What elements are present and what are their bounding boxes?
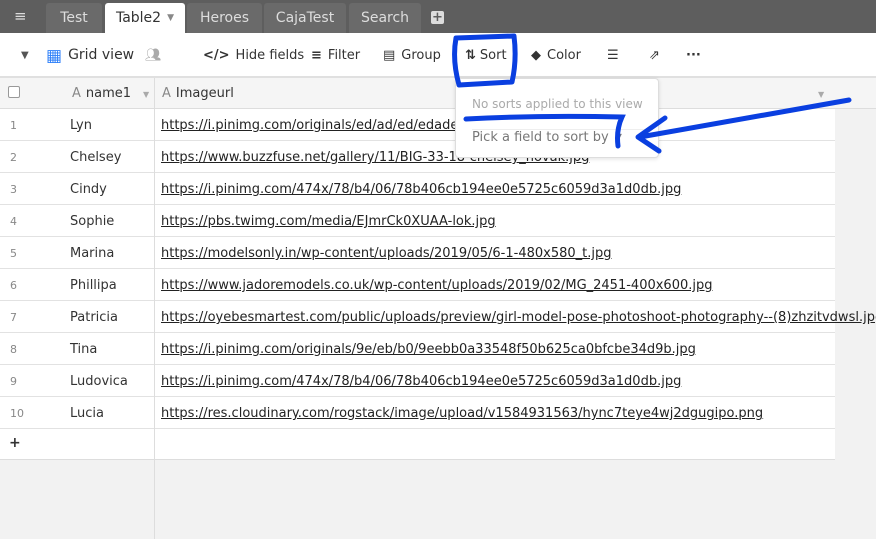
tab-test[interactable]: Test	[46, 3, 102, 33]
tab-label: Heroes	[199, 10, 250, 26]
name-cell: Lucia	[70, 406, 104, 421]
tab-heroes[interactable]: Heroes	[187, 3, 262, 33]
tab-search[interactable]: Search	[349, 3, 421, 33]
table-row[interactable]: 8 Tina https://i.pinimg.com/originals/9e/e…	[0, 333, 835, 365]
no-sorts-message: No sorts applied to this view	[472, 97, 643, 111]
name-cell: Patricia	[70, 310, 119, 325]
url-cell[interactable]: https://res.cloudinary.com/rogstack/imag…	[161, 406, 763, 421]
chevron-down-icon[interactable]: ▼	[167, 13, 174, 23]
table-row[interactable]: 5 Marina https://modelsonly.in/wp-content/…	[0, 237, 835, 269]
group-label: Group	[401, 48, 441, 63]
column-label: Imageurl	[175, 86, 234, 101]
name-cell: Ludovica	[70, 374, 128, 389]
table-row[interactable]: 9 Ludovica https://i.pinimg.com/474x/78/b4…	[0, 365, 835, 397]
url-cell[interactable]: https://i.pinimg.com/474x/78/b4/06/78b40…	[161, 182, 681, 197]
table-row[interactable]: 4 Sophie https://pbs.twimg.com/media/EJmrC…	[0, 205, 835, 237]
column-header-imageurl[interactable]: A Imageurl	[162, 86, 234, 101]
view-switcher[interactable]: ▦ Grid view	[46, 46, 134, 66]
row-number: 7	[10, 311, 17, 324]
name-cell: Cindy	[70, 182, 107, 197]
share-view-icon[interactable]: ⇗	[649, 48, 660, 63]
hide-fields-button[interactable]: </> Hide fields	[203, 48, 304, 63]
select-all-checkbox[interactable]	[8, 86, 20, 98]
eye-slash-icon: </>	[203, 48, 230, 63]
column-label: name1	[85, 86, 132, 101]
table-row[interactable]: 1 Lyn https://i.pinimg.com/originals/ed/ad…	[0, 109, 835, 141]
grid-body: 1 Lyn https://i.pinimg.com/originals/ed/ad…	[0, 109, 876, 460]
menu-icon[interactable]: ≡	[14, 9, 30, 24]
column-header-name1[interactable]: Aname1 ▼	[72, 86, 149, 101]
url-cell[interactable]: https://i.pinimg.com/originals/9e/eb/b0/…	[161, 342, 696, 357]
row-number: 10	[10, 407, 24, 420]
table-row[interactable]: 6 Phillipa https://www.jadoremodels.co.uk/…	[0, 269, 835, 301]
row-number: 5	[10, 247, 17, 260]
name-cell: Chelsey	[70, 150, 122, 165]
column-divider	[154, 78, 155, 539]
sort-label: Sort	[479, 48, 507, 63]
name-cell: Lyn	[70, 118, 92, 133]
table-tab-bar: ≡ Test Table2 ▼ Heroes CajaTest Search +	[0, 0, 876, 33]
url-cell[interactable]: https://i.pinimg.com/474x/78/b4/06/78b40…	[161, 374, 681, 389]
view-toolbar: ▼ ▦ Grid view 👥︎ </> Hide fields ≡ Filter ▤…	[0, 33, 876, 78]
filter-label: Filter	[327, 48, 361, 63]
collaborators-icon: 👥︎	[145, 48, 162, 63]
pick-sort-field-label: Pick a field to sort by	[472, 130, 609, 145]
paint-bucket-icon: ◆	[531, 48, 541, 63]
row-number: 4	[10, 215, 17, 228]
sort-button[interactable]: ⇅ Sort	[465, 48, 507, 63]
name-cell: Phillipa	[70, 278, 117, 293]
tab-table2[interactable]: Table2 ▼	[105, 3, 185, 33]
table-row[interactable]: 3 Cindy https://i.pinimg.com/474x/78/b4/06…	[0, 173, 835, 205]
row-number: 9	[10, 375, 17, 388]
row-number: 1	[10, 119, 17, 132]
tab-label: Search	[360, 10, 410, 26]
url-cell[interactable]: https://i.pinimg.com/originals/ed/ad/ed/…	[161, 118, 482, 133]
plus-icon: +	[9, 435, 21, 451]
table-row[interactable]: 10 Lucia https://res.cloudinary.com/rogsta…	[0, 397, 835, 429]
url-cell[interactable]: https://www.jadoremodels.co.uk/wp-conten…	[161, 278, 712, 293]
url-cell[interactable]: https://oyebesmartest.com/public/uploads…	[161, 310, 876, 325]
chevron-down-icon[interactable]: ▼	[143, 90, 149, 99]
name-cell: Sophie	[70, 214, 115, 229]
color-button[interactable]: ◆ Color	[531, 48, 581, 63]
name-cell: Tina	[70, 342, 98, 357]
name-cell: Marina	[70, 246, 115, 261]
row-height-icon[interactable]: ☰	[607, 48, 619, 63]
text-field-icon: A	[162, 86, 171, 101]
add-table-icon[interactable]: +	[431, 11, 444, 24]
tab-label: CajaTest	[275, 10, 335, 26]
color-label: Color	[547, 48, 581, 63]
table-row[interactable]: 7 Patricia https://oyebesmartest.com/publi…	[0, 301, 876, 333]
text-field-icon: A	[72, 86, 81, 101]
group-button[interactable]: ▤ Group	[383, 48, 441, 63]
sort-icon: ⇅	[465, 48, 476, 63]
chevron-down-icon: ▼	[615, 132, 622, 141]
group-icon: ▤	[383, 48, 396, 63]
row-number: 6	[10, 279, 17, 292]
row-number: 8	[10, 343, 17, 356]
filter-button[interactable]: ≡ Filter	[311, 48, 360, 63]
url-cell[interactable]: https://modelsonly.in/wp-content/uploads…	[161, 246, 612, 261]
more-options-icon[interactable]: ···	[686, 48, 701, 63]
grid-icon: ▦	[46, 46, 63, 66]
sort-popover: No sorts applied to this view Pick a fie…	[455, 78, 659, 158]
url-cell[interactable]: https://pbs.twimg.com/media/EJmrCk0XUAA-…	[161, 214, 496, 229]
grid-header: Aname1 ▼ A Imageurl ▼	[0, 78, 876, 109]
tab-label: Test	[60, 10, 88, 26]
add-row-button[interactable]: +	[0, 429, 835, 460]
filter-icon: ≡	[311, 48, 322, 63]
tab-cajatest[interactable]: CajaTest	[264, 3, 346, 33]
row-number: 3	[10, 183, 17, 196]
view-name: Grid view	[68, 47, 135, 63]
view-menu-chevron-icon[interactable]: ▼	[21, 50, 29, 61]
hide-fields-label: Hide fields	[235, 48, 305, 63]
tab-label: Table2	[115, 10, 162, 26]
row-number: 2	[10, 151, 17, 164]
chevron-down-icon[interactable]: ▼	[818, 90, 824, 99]
table-row[interactable]: 2 Chelsey https://www.buzzfuse.net/gallery…	[0, 141, 835, 173]
pick-sort-field-dropdown[interactable]: Pick a field to sort by ▼	[472, 129, 652, 145]
